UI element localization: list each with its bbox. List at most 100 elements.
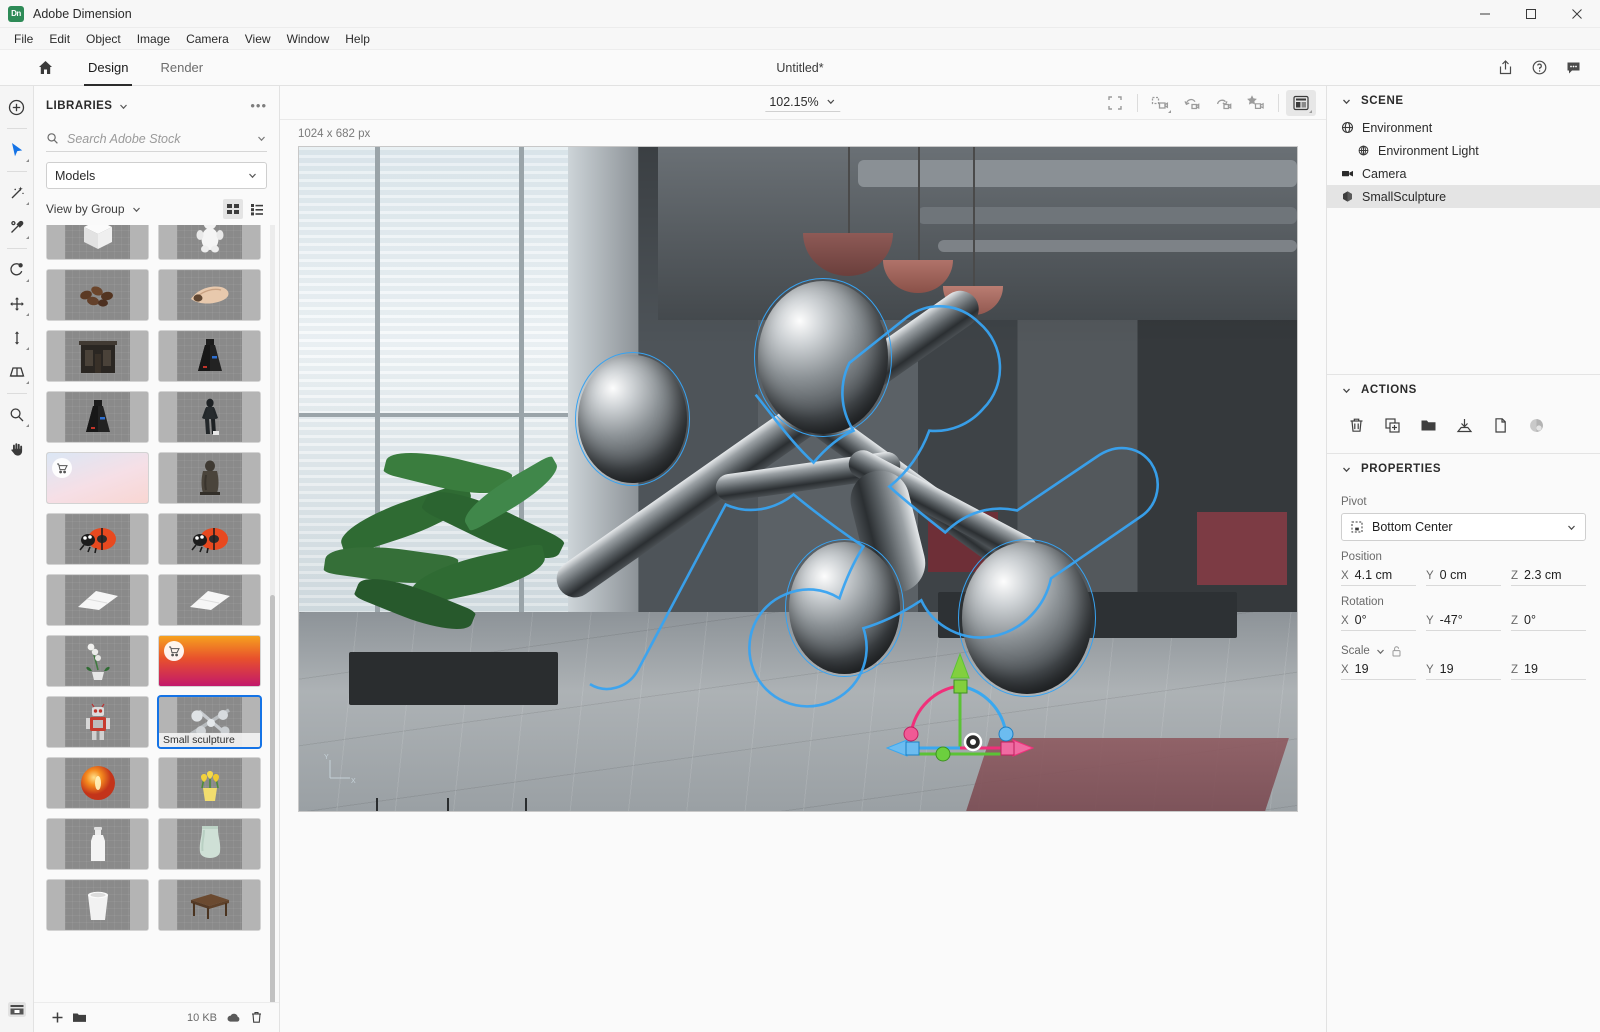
library-grid-wrapper[interactable]: Small sculpture [34,225,279,1002]
scale-y-field[interactable]: Y 19 [1426,662,1501,680]
camera-favorite-icon[interactable] [1241,90,1271,116]
home-icon[interactable] [26,59,64,76]
duplicate-action-icon[interactable] [1377,411,1407,439]
plus-icon[interactable] [46,1007,68,1029]
rotation-x-field[interactable]: X 0° [1341,613,1416,631]
redo-camera-icon[interactable] [1209,90,1239,116]
unpack-action-icon[interactable] [1485,411,1515,439]
libraries-overflow-button[interactable]: ••• [250,102,267,110]
menu-view[interactable]: View [237,30,279,48]
trash-icon[interactable] [245,1007,267,1029]
library-item-gradient-magenta[interactable] [158,635,261,687]
menu-camera[interactable]: Camera [178,30,237,48]
library-filter-select[interactable]: Models [46,162,267,189]
rotation-z-field[interactable]: Z 0° [1511,613,1586,631]
position-z-field[interactable]: Z 2.3 cm [1511,568,1586,586]
position-x-field[interactable]: X 4.1 cm [1341,568,1416,586]
add-content-tool[interactable] [2,92,32,122]
position-y-field[interactable]: Y 0 cm [1426,568,1501,586]
maximize-button[interactable] [1508,0,1554,28]
actions-section-header[interactable]: ACTIONS [1327,375,1600,405]
library-item-white-box[interactable] [46,225,149,260]
render-preview-tool[interactable] [2,994,32,1024]
orbit-icon[interactable] [2,255,32,285]
rotation-y-field[interactable]: Y -47° [1426,613,1501,631]
library-item-paper-sheet-b[interactable] [158,574,261,626]
library-item-orchid-plant[interactable] [46,635,149,687]
library-item-gummy-bear[interactable] [158,225,261,260]
close-button[interactable] [1554,0,1600,28]
cart-icon[interactable] [164,641,184,661]
magnifier-icon[interactable] [2,400,32,430]
scale-chevron-down-icon[interactable] [1375,646,1386,657]
library-item-dark-building[interactable] [46,330,149,382]
zoom-control[interactable]: 102.15% [765,94,840,112]
camera-bookmark-icon[interactable] [1145,90,1175,116]
library-item-green-vase[interactable] [158,818,261,870]
grid-view-icon[interactable] [223,199,243,219]
small-sculpture-object[interactable] [578,267,1197,758]
tab-design[interactable]: Design [72,50,144,86]
search-chevron-down-icon[interactable] [256,133,267,144]
view-by-label[interactable]: View by Group [46,202,125,216]
scene-item-camera[interactable]: Camera [1327,162,1600,185]
cloud-icon[interactable] [223,1007,245,1029]
chevron-down-icon[interactable] [118,101,129,112]
library-item-black-speaker[interactable] [158,330,261,382]
pivot-select[interactable]: Bottom Center [1341,513,1586,541]
library-item-small-sculpture[interactable]: Small sculpture [158,696,261,748]
menu-image[interactable]: Image [129,30,178,48]
material-action-icon[interactable] [1521,411,1551,439]
library-item-wood-table[interactable] [158,879,261,931]
eyedropper-icon[interactable] [2,212,32,242]
unlock-icon[interactable] [1391,645,1402,657]
library-item-ladybug-a[interactable] [46,513,149,565]
properties-section-header[interactable]: PROPERTIES [1327,454,1600,484]
select-tool[interactable] [2,135,32,165]
magic-wand-tool[interactable] [2,178,32,208]
scene-item-smallsculpture[interactable]: SmallSculpture [1327,185,1600,208]
library-item-ladybug-b[interactable] [158,513,261,565]
feedback-icon[interactable] [1558,53,1588,83]
scale-z-field[interactable]: Z 19 [1511,662,1586,680]
library-item-tulip-vase[interactable] [158,757,261,809]
3d-viewport[interactable]: Y X [298,146,1298,812]
place-on-ground-action-icon[interactable] [1449,411,1479,439]
tab-render[interactable]: Render [144,50,219,86]
minimize-button[interactable] [1462,0,1508,28]
library-item-gradient-backdrop[interactable] [46,452,149,504]
menu-edit[interactable]: Edit [41,30,78,48]
menu-window[interactable]: Window [279,30,338,48]
move-icon[interactable] [2,289,32,319]
list-view-icon[interactable] [247,199,267,219]
scene-item-environment[interactable]: Environment [1327,116,1600,139]
render-preview-toggle-icon[interactable] [1286,90,1316,116]
group-action-icon[interactable] [1413,411,1443,439]
library-item-black-lamp[interactable] [46,391,149,443]
transform-gizmo[interactable] [875,630,1045,780]
scene-item-environment-light[interactable]: Environment Light [1327,139,1600,162]
library-item-seashell[interactable] [158,269,261,321]
menu-object[interactable]: Object [78,30,129,48]
library-item-white-bottle[interactable] [46,818,149,870]
share-icon[interactable] [1490,53,1520,83]
library-item-glowing-orb[interactable] [46,757,149,809]
horizon-icon[interactable] [2,357,32,387]
help-icon[interactable] [1524,53,1554,83]
hand-icon[interactable] [2,434,32,464]
library-item-coffee-beans[interactable] [46,269,149,321]
view-by-chevron-down-icon[interactable] [131,204,142,215]
scene-section-header[interactable]: SCENE [1327,86,1600,116]
cart-icon[interactable] [52,458,72,478]
undo-camera-icon[interactable] [1177,90,1207,116]
library-scrollbar-thumb[interactable] [270,595,275,1002]
library-item-mannequin[interactable] [158,391,261,443]
menu-help[interactable]: Help [337,30,378,48]
viewport-stage[interactable]: 1024 x 682 px [280,120,1326,1032]
scale-x-field[interactable]: X 19 [1341,662,1416,680]
library-item-toy-robot[interactable] [46,696,149,748]
library-item-waste-bin[interactable] [46,879,149,931]
library-item-paper-sheet-a[interactable] [46,574,149,626]
search-input[interactable] [67,132,250,146]
vertical-arrows-icon[interactable] [2,323,32,353]
